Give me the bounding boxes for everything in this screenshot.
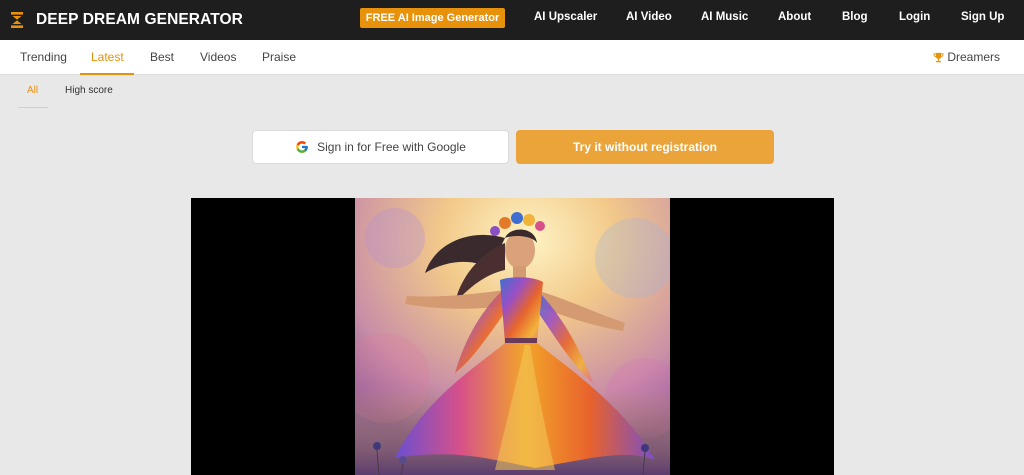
active-tab-indicator (80, 73, 134, 75)
tab-best[interactable]: Best (150, 50, 174, 64)
logo-text: DEEP DREAM GENERATOR (36, 11, 243, 28)
try-without-registration-button[interactable]: Try it without registration (516, 130, 774, 164)
filter-divider (18, 107, 48, 108)
nav-ai-upscaler[interactable]: AI Upscaler (534, 11, 597, 23)
dancing-woman-artwork[interactable] (355, 198, 670, 475)
tab-latest[interactable]: Latest (91, 50, 124, 64)
featured-image-panel (191, 198, 834, 475)
free-ai-image-generator-button[interactable]: FREE AI Image Generator (360, 8, 505, 28)
nav-blog[interactable]: Blog (842, 11, 868, 23)
google-sign-in-button[interactable]: Sign in for Free with Google (252, 130, 509, 164)
nav-about[interactable]: About (778, 11, 811, 23)
google-sign-in-label: Sign in for Free with Google (317, 140, 466, 154)
hourglass-logo-icon (11, 12, 23, 28)
tab-praise[interactable]: Praise (262, 50, 296, 64)
filter-high-score[interactable]: High score (65, 85, 113, 96)
logo-link[interactable]: DEEP DREAM GENERATOR (11, 9, 243, 31)
trophy-icon (933, 52, 944, 62)
feed-tabs-bar: Trending Latest Best Videos Praise Dream… (0, 40, 1024, 75)
tab-videos[interactable]: Videos (200, 50, 236, 64)
top-nav-bar: DEEP DREAM GENERATOR FREE AI Image Gener… (0, 0, 1024, 40)
tab-trending[interactable]: Trending (20, 50, 67, 64)
nav-ai-music[interactable]: AI Music (701, 11, 748, 23)
dreamers-label: Dreamers (947, 50, 1000, 64)
dreamers-link[interactable]: Dreamers (933, 50, 1000, 64)
nav-sign-up[interactable]: Sign Up (961, 11, 1004, 23)
nav-login[interactable]: Login (899, 11, 930, 23)
filter-all[interactable]: All (27, 85, 38, 96)
google-icon (296, 141, 308, 153)
nav-ai-video[interactable]: AI Video (626, 11, 672, 23)
